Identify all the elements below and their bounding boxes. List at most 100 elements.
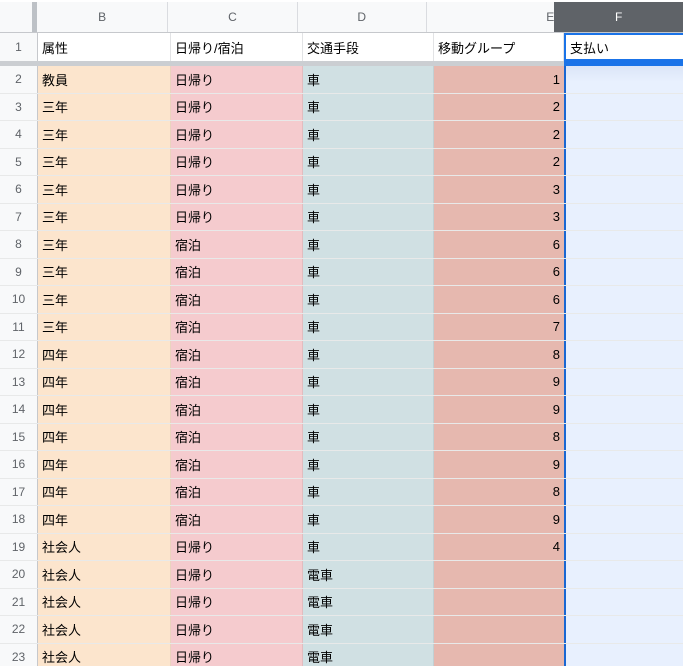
cell-B13[interactable]: 四年 (38, 368, 171, 395)
cell-E21[interactable] (434, 588, 564, 615)
cell-C13[interactable]: 宿泊 (171, 368, 303, 395)
cell-C15[interactable]: 宿泊 (171, 423, 303, 450)
row-number-11[interactable]: 11 (0, 313, 38, 340)
cell-E11[interactable]: 7 (434, 313, 564, 340)
cell-D15[interactable]: 車 (303, 423, 434, 450)
cell-E1[interactable]: 移動グループ (434, 33, 564, 61)
cell-E17[interactable]: 8 (434, 478, 564, 505)
cell-B21[interactable]: 社会人 (38, 588, 171, 615)
cell-E14[interactable]: 9 (434, 396, 564, 423)
row-number-15[interactable]: 15 (0, 423, 38, 450)
cell-E8[interactable]: 6 (434, 231, 564, 258)
cell-E3[interactable]: 2 (434, 93, 564, 120)
row-number-12[interactable]: 12 (0, 341, 38, 368)
row-number-3[interactable]: 3 (0, 93, 38, 120)
cell-D8[interactable]: 車 (303, 231, 434, 258)
cell-F2[interactable] (564, 66, 683, 93)
row-number-23[interactable]: 23 (0, 643, 38, 666)
cell-F14[interactable] (564, 396, 683, 423)
cell-E10[interactable]: 6 (434, 286, 564, 313)
cell-B10[interactable]: 三年 (38, 286, 171, 313)
cell-F7[interactable] (564, 203, 683, 230)
cell-B1[interactable]: 属性 (38, 33, 171, 61)
row-number-2[interactable]: 2 (0, 66, 38, 93)
cell-C2[interactable]: 日帰り (171, 66, 303, 93)
cell-D7[interactable]: 車 (303, 203, 434, 230)
cell-F5[interactable] (564, 148, 683, 175)
cell-D18[interactable]: 車 (303, 506, 434, 533)
cell-D19[interactable]: 車 (303, 533, 434, 560)
row-number-18[interactable]: 18 (0, 506, 38, 533)
cell-D17[interactable]: 車 (303, 478, 434, 505)
cell-D23[interactable]: 電車 (303, 643, 434, 666)
row-number-7[interactable]: 7 (0, 203, 38, 230)
cell-F17[interactable] (564, 478, 683, 505)
row-number-22[interactable]: 22 (0, 616, 38, 643)
row-number-13[interactable]: 13 (0, 368, 38, 395)
cell-F22[interactable] (564, 616, 683, 643)
cell-E15[interactable]: 8 (434, 423, 564, 450)
cell-E20[interactable] (434, 561, 564, 588)
row-number-16[interactable]: 16 (0, 451, 38, 478)
cell-E23[interactable] (434, 643, 564, 666)
cell-D10[interactable]: 車 (303, 286, 434, 313)
cell-B11[interactable]: 三年 (38, 313, 171, 340)
row-number-1[interactable]: 1 (0, 33, 38, 61)
column-header-C[interactable]: C (168, 2, 298, 32)
cell-C17[interactable]: 宿泊 (171, 478, 303, 505)
cell-E16[interactable]: 9 (434, 451, 564, 478)
cell-C22[interactable]: 日帰り (171, 616, 303, 643)
cell-B2[interactable]: 教員 (38, 66, 171, 93)
cell-B14[interactable]: 四年 (38, 396, 171, 423)
cell-D2[interactable]: 車 (303, 66, 434, 93)
cell-E18[interactable]: 9 (434, 506, 564, 533)
column-header-B[interactable]: B (37, 2, 169, 32)
cell-F6[interactable] (564, 176, 683, 203)
cell-D12[interactable]: 車 (303, 341, 434, 368)
cell-B5[interactable]: 三年 (38, 148, 171, 175)
cell-B9[interactable]: 三年 (38, 258, 171, 285)
cell-C4[interactable]: 日帰り (171, 121, 303, 148)
cell-C1[interactable]: 日帰り/宿泊 (171, 33, 303, 61)
cell-D4[interactable]: 車 (303, 121, 434, 148)
cell-C7[interactable]: 日帰り (171, 203, 303, 230)
cell-E19[interactable]: 4 (434, 533, 564, 560)
cell-D5[interactable]: 車 (303, 148, 434, 175)
cell-E4[interactable]: 2 (434, 121, 564, 148)
cell-B15[interactable]: 四年 (38, 423, 171, 450)
cell-B18[interactable]: 四年 (38, 506, 171, 533)
cell-D22[interactable]: 電車 (303, 616, 434, 643)
cell-B4[interactable]: 三年 (38, 121, 171, 148)
cell-C18[interactable]: 宿泊 (171, 506, 303, 533)
cell-D3[interactable]: 車 (303, 93, 434, 120)
cell-F3[interactable] (564, 93, 683, 120)
row-number-19[interactable]: 19 (0, 533, 38, 560)
cell-C5[interactable]: 日帰り (171, 148, 303, 175)
cell-B6[interactable]: 三年 (38, 176, 171, 203)
cell-E2[interactable]: 1 (434, 66, 564, 93)
cell-F12[interactable] (564, 341, 683, 368)
cell-E9[interactable]: 6 (434, 258, 564, 285)
cell-C8[interactable]: 宿泊 (171, 231, 303, 258)
cell-D1[interactable]: 交通手段 (303, 33, 434, 61)
row-number-6[interactable]: 6 (0, 176, 38, 203)
cell-C6[interactable]: 日帰り (171, 176, 303, 203)
cell-F8[interactable] (564, 231, 683, 258)
column-header-E[interactable]: E (427, 2, 554, 32)
cell-F19[interactable] (564, 533, 683, 560)
row-number-17[interactable]: 17 (0, 478, 38, 505)
cell-C9[interactable]: 宿泊 (171, 258, 303, 285)
cell-C21[interactable]: 日帰り (171, 588, 303, 615)
cell-B17[interactable]: 四年 (38, 478, 171, 505)
cell-C3[interactable]: 日帰り (171, 93, 303, 120)
cell-D13[interactable]: 車 (303, 368, 434, 395)
row-number-14[interactable]: 14 (0, 396, 38, 423)
cell-E22[interactable] (434, 616, 564, 643)
row-number-9[interactable]: 9 (0, 258, 38, 285)
select-all-corner[interactable] (0, 2, 33, 32)
cell-B12[interactable]: 四年 (38, 341, 171, 368)
cell-F21[interactable] (564, 588, 683, 615)
cell-D14[interactable]: 車 (303, 396, 434, 423)
column-header-D[interactable]: D (298, 2, 427, 32)
cell-D11[interactable]: 車 (303, 313, 434, 340)
